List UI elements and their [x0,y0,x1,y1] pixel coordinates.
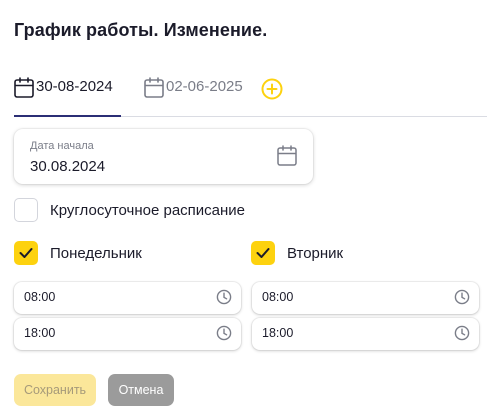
calendar-icon [14,77,34,98]
monday-label: Понедельник [50,245,142,262]
monday-end-time[interactable]: 18:00 [14,318,241,350]
schedule-tabs: 30-08-2024 02-06-2025 [14,64,487,117]
clock-icon [454,289,470,305]
clock-icon [454,325,470,341]
round-the-clock-label: Круглосуточное расписание [50,202,246,219]
clock-icon [216,289,232,305]
calendar-icon [144,77,164,98]
clock-icon [216,325,232,341]
start-date-field[interactable]: Дата начала 30.08.2024 [14,129,313,184]
round-the-clock-checkbox[interactable] [14,198,38,222]
page-title: График работы. Изменение. [14,20,268,40]
tab-02-06-2025[interactable]: 02-06-2025 [144,77,243,116]
monday-checkbox[interactable] [14,241,38,265]
time-value: 08:00 [262,290,294,304]
tab-label: 30-08-2024 [36,78,113,95]
start-date-label: Дата начала [30,140,94,152]
save-button[interactable]: Сохранить [14,374,96,406]
calendar-icon[interactable] [277,145,297,167]
checkmark-icon [19,248,33,258]
tab-30-08-2024[interactable]: 30-08-2024 [14,77,121,117]
plus-circle-icon[interactable] [260,77,284,101]
time-value: 18:00 [24,326,56,340]
tuesday-start-time[interactable]: 08:00 [252,282,479,314]
tuesday-end-time[interactable]: 18:00 [252,318,479,350]
cancel-button[interactable]: Отмена [108,374,174,406]
tuesday-checkbox[interactable] [251,241,275,265]
tuesday-label: Вторник [287,245,344,262]
checkmark-icon [256,248,270,258]
time-value: 08:00 [24,290,56,304]
tab-label: 02-06-2025 [166,78,243,95]
monday-start-time[interactable]: 08:00 [14,282,241,314]
time-value: 18:00 [262,326,294,340]
start-date-value: 30.08.2024 [30,158,106,175]
